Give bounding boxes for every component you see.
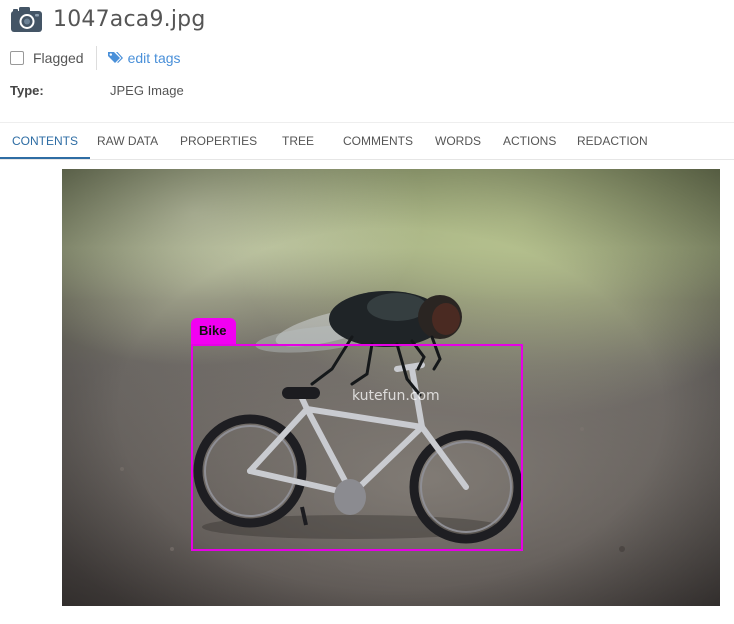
image-watermark: kutefun.com [352,388,440,404]
divider [95,46,97,70]
type-label: Type: [10,82,44,98]
detection-label-bike[interactable]: Bike [191,318,237,344]
tab-bar: CONTENTS RAW DATA PROPERTIES TREE COMMEN… [0,122,734,160]
tab-redaction[interactable]: REDACTION [577,123,648,159]
flagged-label: Flagged [33,50,84,66]
tab-raw-data[interactable]: RAW DATA [97,123,158,159]
tab-properties[interactable]: PROPERTIES [180,123,257,159]
title-row: 1047aca9.jpg [10,4,205,34]
tab-words[interactable]: WORDS [435,123,481,159]
camera-icon [10,6,43,33]
file-header: 1047aca9.jpg Flagged edit tags Type: JPE… [0,0,734,112]
type-value: JPEG Image [110,82,184,98]
tab-comments[interactable]: COMMENTS [343,123,413,159]
detection-box-bike[interactable] [191,344,523,551]
type-row: Type: JPEG Image [10,80,184,100]
tab-actions[interactable]: ACTIONS [503,123,556,159]
tab-contents[interactable]: CONTENTS [0,123,90,159]
edit-tags-link[interactable]: edit tags [128,50,181,66]
file-title: 1047aca9.jpg [53,6,206,32]
tab-tree[interactable]: TREE [282,123,314,159]
meta-row: Flagged edit tags [10,46,181,70]
flagged-checkbox[interactable] [10,51,24,65]
tags-icon [107,51,123,65]
